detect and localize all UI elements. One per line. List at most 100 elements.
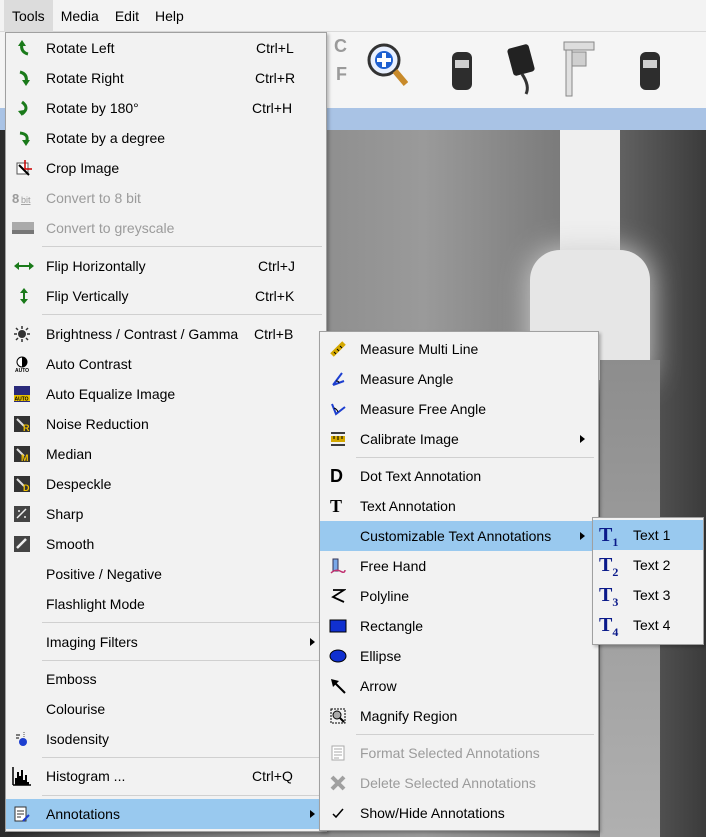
menu-item-smooth[interactable]: Smooth: [6, 529, 326, 559]
zoom-icon[interactable]: [364, 38, 408, 98]
rotate-degree-icon: [19, 131, 30, 146]
menu-tools[interactable]: Tools: [4, 0, 53, 32]
svg-text:AUTO: AUTO: [15, 397, 29, 403]
flip-horizontal-icon: [14, 262, 34, 270]
menu-item-label: Ellipse: [360, 648, 402, 664]
histogram-icon: [12, 767, 31, 786]
toolbar-letter-c[interactable]: C: [334, 36, 347, 57]
menu-help[interactable]: Help: [147, 0, 192, 32]
menu-item-calibrate-image[interactable]: Calibrate Image: [320, 424, 598, 454]
checkmark-icon: [332, 808, 344, 819]
menu-item-label: Measure Multi Line: [360, 341, 479, 357]
menu-item-rotate-right[interactable]: Rotate Right Ctrl+R: [6, 63, 326, 93]
separator: [42, 314, 322, 315]
rotate-180-icon: [18, 100, 28, 116]
crop-icon: [16, 160, 32, 176]
menu-item-rotate-left[interactable]: Rotate Left Ctrl+L: [6, 33, 326, 63]
annotations-icon: [14, 806, 30, 822]
menu-item-positive-negative[interactable]: Positive / Negative: [6, 559, 326, 589]
menu-item-text-annotation[interactable]: T Text Annotation: [320, 491, 598, 521]
text-1-icon: T1: [599, 524, 619, 549]
menu-item-text-4[interactable]: T4 Text 4: [593, 610, 703, 640]
menu-item-imaging-filters[interactable]: Imaging Filters: [6, 627, 326, 657]
menu-item-label: Auto Contrast: [46, 356, 132, 372]
menu-item-flip-vertically[interactable]: Flip Vertically Ctrl+K: [6, 281, 326, 311]
menu-item-annotations[interactable]: Annotations: [6, 799, 326, 829]
shortcut: Ctrl+L: [256, 40, 294, 56]
menu-item-rotate-180[interactable]: Rotate by 180° Ctrl+H: [6, 93, 326, 123]
rectangle-icon: [329, 619, 347, 633]
menu-item-polyline[interactable]: Polyline: [320, 581, 598, 611]
menu-item-text-2[interactable]: T2 Text 2: [593, 550, 703, 580]
menu-item-flip-horizontally[interactable]: Flip Horizontally Ctrl+J: [6, 251, 326, 281]
menu-item-label: Text Annotation: [360, 498, 456, 514]
menu-item-label: Median: [46, 446, 92, 462]
menu-item-brightness[interactable]: Brightness / Contrast / Gamma Ctrl+B: [6, 319, 326, 349]
menu-item-label: Rotate Left: [46, 40, 115, 56]
menu-item-format-selected-annotations[interactable]: Format Selected Annotations: [320, 738, 598, 768]
menu-item-histogram[interactable]: Histogram ... Ctrl+Q: [6, 761, 326, 791]
menu-item-convert-8bit[interactable]: 8 bit Convert to 8 bit: [6, 183, 326, 213]
menu-item-delete-selected-annotations[interactable]: Delete Selected Annotations: [320, 768, 598, 798]
menu-item-label: Polyline: [360, 588, 410, 604]
rotate-left-icon: [18, 40, 29, 56]
menu-item-rectangle[interactable]: Rectangle: [320, 611, 598, 641]
menu-item-label: Measure Free Angle: [360, 401, 487, 417]
sensor-icon[interactable]: [440, 38, 484, 98]
menu-item-label: Show/Hide Annotations: [360, 805, 505, 821]
menu-item-text-1[interactable]: T1 Text 1: [593, 520, 703, 550]
menu-item-customizable-text-annotations[interactable]: Customizable Text Annotations: [320, 521, 598, 551]
arrow-icon: [331, 679, 346, 694]
calibrate-image-icon: [331, 432, 345, 446]
menu-item-label: Text 4: [633, 617, 671, 633]
intraoral-sensor-icon[interactable]: [500, 38, 544, 98]
menu-item-despeckle[interactable]: D Despeckle: [6, 469, 326, 499]
menu-item-label: Dot Text Annotation: [360, 468, 482, 484]
menu-item-convert-greyscale[interactable]: Convert to greyscale: [6, 213, 326, 243]
menu-item-label: Flashlight Mode: [46, 596, 145, 612]
menu-item-label: Measure Angle: [360, 371, 454, 387]
menu-item-label: Despeckle: [46, 476, 112, 492]
shortcut: Ctrl+Q: [252, 768, 293, 784]
menu-item-sharp[interactable]: Sharp: [6, 499, 326, 529]
menu-item-label: Auto Equalize Image: [46, 386, 176, 402]
menu-edit[interactable]: Edit: [107, 0, 147, 32]
menu-item-label: Rotate by a degree: [46, 130, 166, 146]
menu-item-label: Isodensity: [46, 731, 110, 747]
menu-item-auto-contrast[interactable]: AUTO Auto Contrast: [6, 349, 326, 379]
annotations-submenu: Measure Multi Line Measure Angle Measure…: [319, 331, 599, 831]
menu-item-measure-angle[interactable]: Measure Angle: [320, 364, 598, 394]
format-icon: [331, 745, 345, 761]
menu-item-label: Rotate by 180°: [46, 100, 139, 116]
menu-item-colourise[interactable]: Colourise: [6, 694, 326, 724]
menu-item-measure-multi-line[interactable]: Measure Multi Line: [320, 334, 598, 364]
menu-item-isodensity[interactable]: Isodensity: [6, 724, 326, 754]
menu-item-crop-image[interactable]: Crop Image: [6, 153, 326, 183]
toolbar-letter-f[interactable]: F: [336, 64, 347, 85]
smooth-icon: [14, 536, 30, 552]
menu-item-magnify-region[interactable]: Magnify Region: [320, 701, 598, 731]
scanner-icon[interactable]: [628, 38, 672, 98]
auto-contrast-icon: AUTO: [15, 356, 29, 372]
measure-free-angle-icon: [331, 403, 346, 416]
menu-item-ellipse[interactable]: Ellipse: [320, 641, 598, 671]
menu-item-auto-equalize[interactable]: AUTO Auto Equalize Image: [6, 379, 326, 409]
median-icon: M: [14, 446, 30, 462]
menu-item-median[interactable]: M Median: [6, 439, 326, 469]
menu-item-label: Histogram ...: [46, 768, 126, 784]
panoramic-xray-icon[interactable]: [556, 38, 600, 98]
menu-item-noise-reduction[interactable]: R Noise Reduction: [6, 409, 326, 439]
menu-item-flashlight-mode[interactable]: Flashlight Mode: [6, 589, 326, 619]
menu-item-rotate-degree[interactable]: Rotate by a degree: [6, 123, 326, 153]
menu-media[interactable]: Media: [53, 0, 107, 32]
menu-item-emboss[interactable]: Emboss: [6, 664, 326, 694]
menu-item-free-hand[interactable]: Free Hand: [320, 551, 598, 581]
menu-item-measure-free-angle[interactable]: Measure Free Angle: [320, 394, 598, 424]
isodensity-icon: [16, 732, 27, 746]
menu-item-dot-text-annotation[interactable]: D Dot Text Annotation: [320, 461, 598, 491]
noise-reduction-icon: R: [14, 416, 30, 432]
menu-item-arrow[interactable]: Arrow: [320, 671, 598, 701]
greyscale-icon: [12, 222, 34, 234]
menu-item-text-3[interactable]: T3 Text 3: [593, 580, 703, 610]
menu-item-show-hide-annotations[interactable]: Show/Hide Annotations: [320, 798, 598, 828]
